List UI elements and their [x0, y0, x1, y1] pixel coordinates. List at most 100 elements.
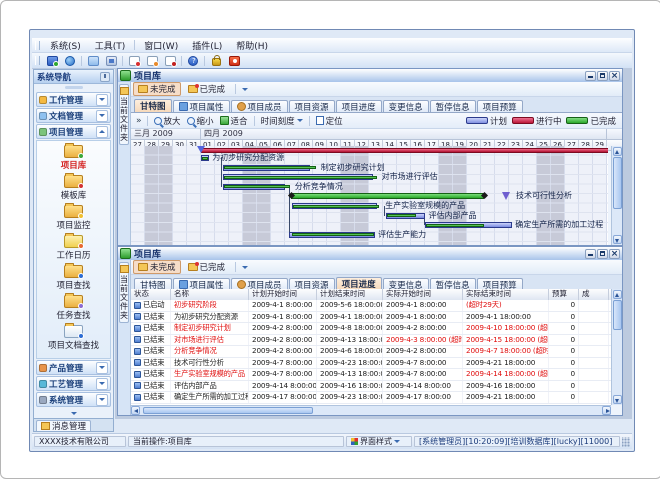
computer-button[interactable] — [44, 54, 60, 67]
table-vertical-scrollbar[interactable] — [611, 289, 622, 405]
task-done-bar[interactable] — [426, 224, 484, 227]
locate-button[interactable]: 定位 — [313, 115, 346, 127]
table-row[interactable]: 已结束制定初步研究计划2009-4-2 8:00:002009-4-8 18:0… — [131, 323, 611, 335]
scroll-thumb[interactable] — [143, 407, 313, 414]
sidebar-group-1[interactable]: 工作管理 — [36, 92, 111, 107]
filter-completed-button[interactable]: 已完成 — [183, 260, 231, 274]
resize-grip[interactable] — [622, 437, 630, 447]
sidebar-overflow-button[interactable] — [34, 408, 113, 418]
exit-button[interactable] — [226, 54, 242, 67]
minimize-button[interactable] — [585, 249, 596, 259]
task-done-bar[interactable] — [224, 185, 290, 188]
task-done-bar[interactable] — [202, 157, 208, 160]
save-button[interactable] — [103, 54, 119, 67]
sidebar-item-3[interactable]: 项目监控 — [56, 205, 90, 231]
scroll-down-arrow[interactable] — [613, 235, 622, 244]
sidebar-item-5[interactable]: 项目查找 — [56, 265, 90, 291]
table-row[interactable]: 已启动初步研究阶段2009-4-1 8:00:002009-5-6 18:00:… — [131, 300, 611, 312]
lock-button[interactable] — [208, 54, 224, 67]
column-header-8[interactable]: 成 — [579, 289, 609, 300]
table-row[interactable]: 已结束对市场进行评估2009-4-2 8:00:002009-4-13 18:0… — [131, 335, 611, 347]
globe-button[interactable] — [62, 54, 78, 67]
menu-item-3[interactable]: 窗口(W) — [137, 38, 185, 53]
zoom-in-button[interactable]: 放大 — [151, 115, 184, 127]
close-button[interactable]: × — [609, 249, 620, 259]
current-folder-tab[interactable]: 当前文件夹 — [119, 84, 129, 145]
table-row[interactable]: 已结束确定生产所需的加工过程2009-4-17 8:00:002009-4-23… — [131, 392, 611, 404]
expand-button[interactable] — [96, 378, 108, 390]
scroll-thumb[interactable] — [613, 300, 622, 330]
sidebar-group-bottom-3[interactable]: 系统管理 — [36, 392, 111, 407]
task-done-bar[interactable] — [387, 214, 416, 217]
task-done-bar[interactable] — [291, 193, 484, 199]
tab-8[interactable]: 项目预算 — [477, 100, 523, 112]
pin-icon[interactable] — [100, 72, 110, 82]
fit-button[interactable]: 适合 — [217, 115, 251, 127]
task-done-bar[interactable] — [293, 205, 379, 208]
column-header-5[interactable]: 实际开始时间 — [383, 289, 463, 300]
table-row[interactable]: 已结束分析竞争情况2009-4-2 8:00:002009-4-6 18:00:… — [131, 346, 611, 358]
scroll-thumb[interactable] — [613, 157, 622, 209]
scroll-up-arrow[interactable] — [613, 147, 622, 156]
tab-4[interactable]: 项目资源 — [289, 100, 335, 112]
tab-2[interactable]: 项目属性 — [173, 100, 230, 112]
sidebar-collapse-handle[interactable] — [34, 84, 113, 91]
expand-button[interactable] — [96, 110, 108, 122]
task-done-bar[interactable] — [224, 166, 316, 169]
sidebar-item-7[interactable]: 项目文档查找 — [48, 325, 99, 351]
minimize-button[interactable] — [585, 71, 596, 81]
close-button[interactable]: × — [609, 71, 620, 81]
expand-button[interactable] — [96, 94, 108, 106]
tab-6[interactable]: 变更信息 — [383, 100, 429, 112]
zoom-out-button[interactable]: 缩小 — [184, 115, 217, 127]
report-del-button[interactable] — [162, 54, 178, 67]
sidebar-item-4[interactable]: 工作日历 — [56, 235, 90, 261]
current-folder-tab[interactable]: 当前文件夹 — [119, 262, 129, 323]
tab-message-management[interactable]: 消息管理 — [36, 420, 91, 431]
menu-item-1[interactable]: 系统(S) — [43, 38, 88, 53]
report-add-button[interactable] — [126, 54, 142, 67]
column-header-4[interactable]: 计划结束时间 — [317, 289, 383, 300]
sidebar-item-2[interactable]: 模板库 — [61, 175, 87, 201]
help-button[interactable] — [185, 54, 201, 67]
task-done-bar[interactable] — [292, 233, 374, 236]
menu-grip[interactable] — [35, 41, 40, 50]
gantt-vertical-scrollbar[interactable] — [611, 146, 622, 245]
scroll-up-arrow[interactable] — [613, 290, 622, 299]
filter-dropdown-button[interactable] — [239, 261, 251, 273]
scroll-down-arrow[interactable] — [613, 395, 622, 404]
filter-incomplete-button[interactable]: 未完成 — [133, 260, 181, 274]
column-header-1[interactable]: 状态 — [131, 289, 171, 300]
sidebar-group-project[interactable]: 项目管理 — [36, 124, 111, 139]
sidebar-group-bottom-2[interactable]: 工艺管理 — [36, 376, 111, 391]
sidebar-group-bottom-1[interactable]: 产品管理 — [36, 360, 111, 375]
menu-item-4[interactable]: 插件(L) — [185, 38, 229, 53]
table-row[interactable]: 已结束生产实验室规模的产品2009-4-7 8:00:002009-4-13 1… — [131, 369, 611, 381]
time-scale-button[interactable]: 时间刻度 — [258, 115, 306, 127]
child-title-bar[interactable]: 项目库 × — [118, 247, 622, 261]
maximize-button[interactable] — [597, 249, 608, 259]
column-header-7[interactable]: 预算 — [549, 289, 579, 300]
maximize-button[interactable] — [597, 71, 608, 81]
table-row[interactable]: 已结束技术可行性分析2009-4-7 8:00:002009-4-23 18:0… — [131, 358, 611, 370]
menu-item-5[interactable]: 帮助(H) — [229, 38, 275, 53]
child-title-bar[interactable]: 项目库 × — [118, 69, 622, 83]
expand-button[interactable] — [96, 394, 108, 406]
sidebar-item-1[interactable]: 项目库 — [61, 145, 87, 171]
filter-dropdown-button[interactable] — [239, 83, 251, 95]
sidebar-item-6[interactable]: 任务查找 — [56, 295, 90, 321]
filter-completed-button[interactable]: 已完成 — [183, 82, 231, 96]
tab-5[interactable]: 项目进度 — [336, 100, 382, 112]
tab-1[interactable]: 甘特图 — [134, 99, 172, 112]
tab-7[interactable]: 暂停信息 — [430, 100, 476, 112]
tab-3[interactable]: 项目成员 — [231, 100, 288, 112]
column-header-3[interactable]: 计划开始时间 — [249, 289, 317, 300]
table-row[interactable]: 已结束评估内部产品2009-4-14 8:00:002009-4-16 18:0… — [131, 381, 611, 393]
menu-item-2[interactable]: 工具(T) — [88, 38, 133, 53]
toolbar-more-icon[interactable]: » — [136, 116, 142, 126]
task-done-bar[interactable] — [224, 176, 377, 179]
report-view-button[interactable] — [144, 54, 160, 67]
expand-button[interactable] — [96, 362, 108, 374]
gantt-chart[interactable]: 为初步研究分配资源制定初步研究计划对市场进行评估分析竞争情况技术可行性分析生产实… — [131, 146, 608, 245]
ui-style-selector[interactable]: 界面样式 — [346, 436, 412, 447]
